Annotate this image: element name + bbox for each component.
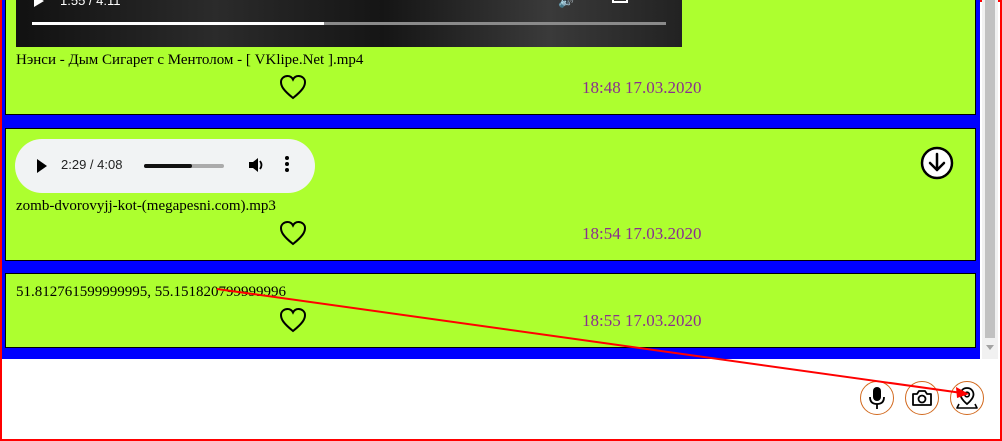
- microphone-icon: [869, 387, 885, 409]
- like-heart-icon[interactable]: [279, 74, 307, 100]
- message-location: 51.812761599999995, 55.151820799999996 1…: [5, 273, 976, 348]
- video-time: 1:55 / 4:11: [60, 0, 121, 8]
- volume-icon[interactable]: [247, 155, 267, 175]
- message-timestamp: 18:48 17.03.2020: [582, 78, 702, 97]
- input-toolbar: [2, 359, 998, 437]
- scroll-down-arrow-icon[interactable]: [986, 345, 994, 350]
- video-filename: Нэнси - Дым Сигарет с Ментолом - [ VKlip…: [16, 52, 364, 68]
- chat-scrollbar[interactable]: [982, 0, 998, 359]
- audio-progress-fill: [144, 164, 192, 168]
- audio-player[interactable]: 2:29 / 4:08: [15, 139, 315, 193]
- play-icon[interactable]: [34, 0, 44, 7]
- message-audio: 2:29 / 4:08 zomb-dvorovyjj-kot-(megapesn…: [5, 128, 976, 261]
- video-progress-fill: [32, 22, 324, 25]
- audio-time: 2:29 / 4:08: [61, 157, 123, 172]
- location-pin-icon: [956, 387, 978, 409]
- message-video: 1:55 / 4:11 🔊 Нэнси - Дым Сигарет с Мент…: [5, 0, 976, 115]
- audio-filename: zomb-dvorovyjj-kot-(megapesni.com).mp3: [16, 198, 276, 214]
- chat-feed: 1:55 / 4:11 🔊 Нэнси - Дым Сигарет с Мент…: [2, 0, 980, 359]
- like-heart-icon[interactable]: [279, 307, 307, 333]
- message-timestamp: 18:55 17.03.2020: [582, 311, 702, 330]
- video-progress-bar[interactable]: [32, 22, 666, 25]
- like-heart-icon[interactable]: [279, 220, 307, 246]
- fullscreen-icon[interactable]: [612, 0, 628, 3]
- camera-button[interactable]: [905, 381, 939, 415]
- location-button[interactable]: [950, 381, 984, 415]
- more-options-icon[interactable]: [285, 156, 289, 174]
- camera-icon: [912, 390, 932, 406]
- video-player[interactable]: 1:55 / 4:11 🔊: [16, 0, 682, 47]
- microphone-button[interactable]: [860, 381, 894, 415]
- volume-icon[interactable]: 🔊: [558, 0, 574, 9]
- location-coordinates: 51.812761599999995, 55.151820799999996: [16, 284, 286, 300]
- scrollbar-thumb[interactable]: [985, 0, 995, 338]
- audio-progress-bar[interactable]: [144, 164, 224, 168]
- message-timestamp: 18:54 17.03.2020: [582, 224, 702, 243]
- download-icon[interactable]: [920, 146, 954, 180]
- play-icon[interactable]: [37, 159, 47, 173]
